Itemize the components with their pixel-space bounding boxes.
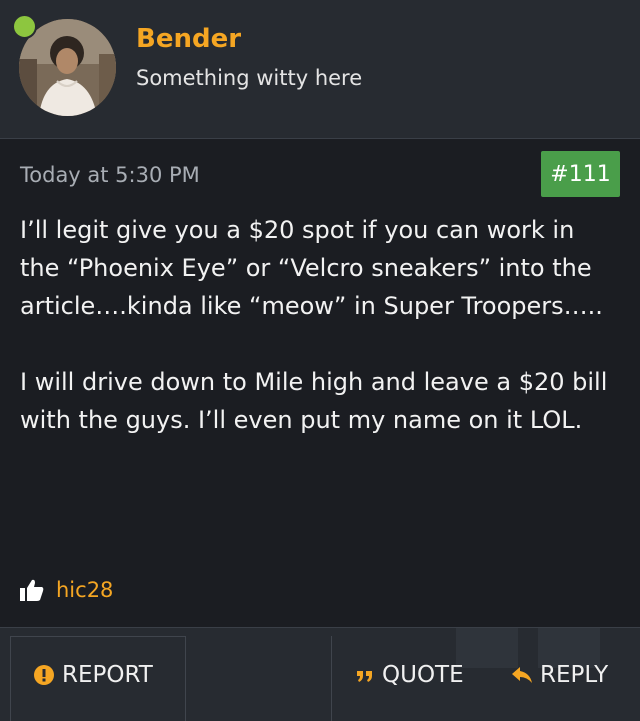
username[interactable]: Bender bbox=[136, 24, 241, 54]
liker-username[interactable]: hic28 bbox=[56, 578, 113, 602]
reply-icon bbox=[512, 667, 532, 683]
reply-label: REPLY bbox=[540, 662, 609, 688]
message-paragraph: I will drive down to Mile high and leave… bbox=[20, 368, 608, 434]
warning-icon bbox=[34, 665, 54, 685]
user-title: Something witty here bbox=[136, 66, 363, 90]
report-label: REPORT bbox=[62, 662, 153, 688]
thumbs-up-icon bbox=[20, 579, 44, 601]
post-message: I’ll legit give you a $20 spot if you ca… bbox=[20, 211, 620, 439]
action-shade bbox=[456, 628, 518, 668]
quote-label: QUOTE bbox=[382, 662, 464, 688]
online-status-icon bbox=[12, 14, 37, 39]
post-body: Today at 5:30 PM #111 I’ll legit give yo… bbox=[0, 139, 640, 627]
post-actions-bar: REPORT QUOTE REPLY bbox=[0, 627, 640, 721]
message-paragraph: I’ll legit give you a $20 spot if you ca… bbox=[20, 216, 603, 320]
post-number-badge[interactable]: #111 bbox=[541, 151, 620, 197]
quote-button[interactable]: QUOTE bbox=[356, 658, 464, 692]
action-divider-mid bbox=[186, 636, 332, 721]
post-author-header: Bender Something witty here bbox=[0, 0, 640, 139]
likes-bar: hic28 bbox=[20, 575, 113, 605]
post-timestamp[interactable]: Today at 5:30 PM bbox=[20, 163, 200, 187]
reply-button[interactable]: REPLY bbox=[512, 658, 608, 692]
report-button[interactable]: REPORT bbox=[34, 658, 153, 692]
quote-icon bbox=[356, 667, 374, 683]
